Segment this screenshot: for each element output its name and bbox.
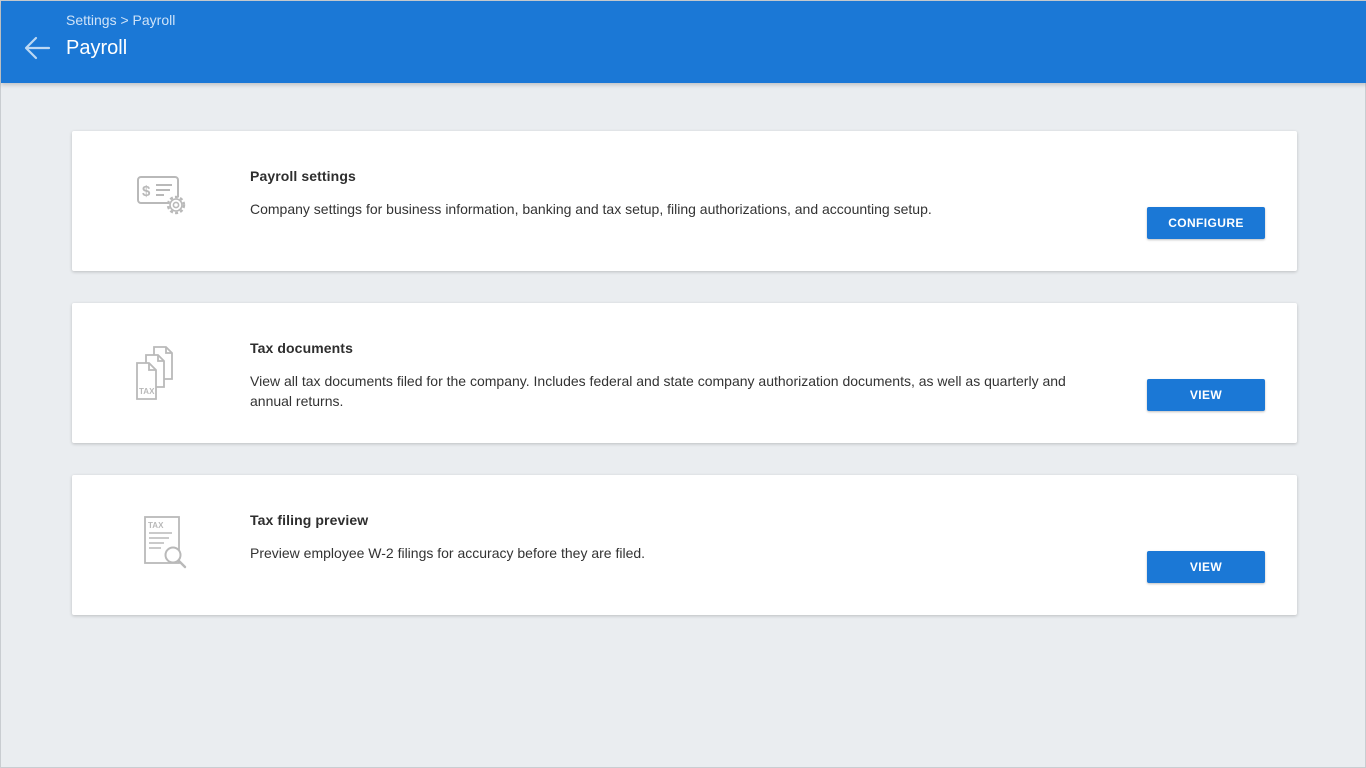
payroll-settings-icon: $	[134, 171, 194, 231]
card-description: View all tax documents filed for the com…	[250, 373, 1066, 409]
card-title: Payroll settings	[250, 168, 356, 184]
back-button[interactable]	[21, 32, 53, 64]
configure-button[interactable]: CONFIGURE	[1147, 207, 1265, 239]
tax-filing-preview-icon: TAX	[134, 515, 194, 575]
breadcrumb[interactable]: Settings > Payroll	[66, 12, 175, 28]
card-description: Company settings for business informatio…	[250, 201, 932, 217]
card-title: Tax filing preview	[250, 512, 369, 528]
payroll-settings-card: $ Payroll settings Company settings for …	[72, 131, 1297, 271]
tax-documents-icon: TAX	[134, 343, 194, 403]
card-description: Preview employee W-2 filings for accurac…	[250, 545, 646, 561]
tax-label: TAX	[148, 521, 164, 530]
tax-documents-card: TAX Tax documents View all tax documents…	[72, 303, 1297, 443]
view-tax-documents-button[interactable]: VIEW	[1147, 379, 1265, 411]
view-tax-filing-preview-button[interactable]: VIEW	[1147, 551, 1265, 583]
arrow-back-icon	[24, 36, 51, 60]
card-title: Tax documents	[250, 340, 353, 356]
svg-text:$: $	[142, 183, 151, 200]
tax-label: TAX	[139, 387, 155, 396]
tax-filing-preview-card: TAX Tax filing preview Preview employee …	[72, 475, 1297, 615]
page-title: Payroll	[66, 37, 128, 59]
app-header: Settings > Payroll Payroll	[1, 1, 1366, 83]
